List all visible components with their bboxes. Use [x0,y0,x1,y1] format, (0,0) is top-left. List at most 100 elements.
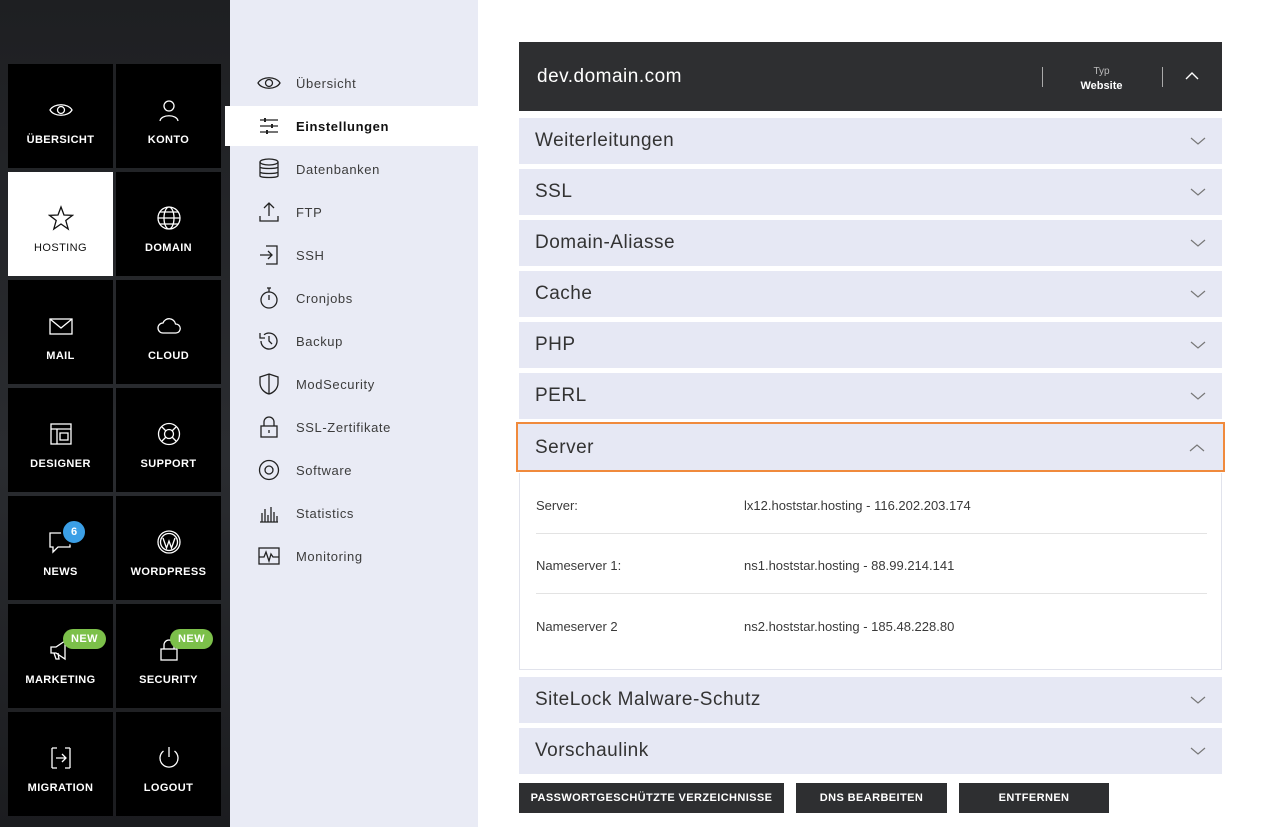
subnav-software[interactable]: Software [230,450,478,490]
type-label: Typ [1093,66,1110,77]
nav-tile-hosting[interactable]: HOSTING [8,172,113,276]
accordion-perl[interactable]: PERL [519,373,1222,419]
star-icon [47,203,74,233]
eye-icon [48,95,74,125]
detail-key: Nameserver 2 [536,619,618,634]
chevron-up-icon[interactable] [1184,68,1200,84]
nav-tile-label: WORDPRESS [130,566,207,578]
detail-value: lx12.hoststar.hosting - 116.202.203.174 [744,498,971,513]
subnav-label: Statistics [296,505,355,521]
migration-icon [48,743,74,773]
accordion-label: Weiterleitungen [535,130,675,151]
edit-dns-button[interactable]: DNS BEARBEITEN [796,783,947,813]
nav-tile-label: HOSTING [34,242,87,254]
wordpress-icon [156,527,182,557]
subnav-label: SSL-Zertifikate [296,419,391,435]
nav-tile-logout[interactable]: LOGOUT [116,712,221,816]
accordion-php[interactable]: PHP [519,322,1222,368]
nav-tile-designer[interactable]: DESIGNER [8,388,113,492]
subnav-ssh[interactable]: SSH [230,235,478,275]
domain-header: dev.domain.com Typ Website [519,42,1222,111]
chevron-down-icon [1190,341,1206,349]
nav-tile-news[interactable]: NEWS [8,496,113,600]
subnav-label: Datenbanken [296,161,380,177]
subnav-ftp[interactable]: FTP [230,192,478,232]
subnav-cronjobs[interactable]: Cronjobs [230,278,478,318]
accordion-label: SSL [535,181,573,202]
accordion-label: Cache [535,283,593,304]
accordion-sitelock[interactable]: SiteLock Malware-Schutz [519,677,1222,723]
nav-tile-label: KONTO [147,134,190,146]
accordion-domain-aliasse[interactable]: Domain-Aliasse [519,220,1222,266]
subnav-datenbanken[interactable]: Datenbanken [230,149,478,189]
disc-icon [256,457,282,483]
remove-button[interactable]: ENTFERNEN [959,783,1109,813]
subnav-label: Software [296,462,353,478]
accordion-label: SiteLock Malware-Schutz [535,689,761,710]
accordion-weiterleitungen[interactable]: Weiterleitungen [519,118,1222,164]
subnav-modsecurity[interactable]: ModSecurity [230,364,478,404]
subnav-label: Cronjobs [296,290,353,306]
nav-tile-security[interactable]: SECURITY [116,604,221,708]
server-detail-row: Server: lx12.hoststar.hosting - 116.202.… [536,474,1207,534]
nav-tile-konto[interactable]: KONTO [116,64,221,168]
server-details-panel: Server: lx12.hoststar.hosting - 116.202.… [519,473,1222,670]
user-icon [156,95,182,125]
protected-directories-button[interactable]: PASSWORTGESCHÜTZTE VERZEICHNISSE [519,783,784,813]
nav-tile-uebersicht[interactable]: ÜBERSICHT [8,64,113,168]
accordion-vorschaulink[interactable]: Vorschaulink [519,728,1222,774]
accordion-label: Domain-Aliasse [535,232,676,253]
divider [1042,67,1043,87]
subnav-label: Monitoring [296,548,363,564]
subnav-monitoring[interactable]: Monitoring [230,536,478,576]
chevron-down-icon [1190,392,1206,400]
marketing-new-badge: NEW [63,629,106,649]
chevron-down-icon [1190,239,1206,247]
nav-tile-domain[interactable]: DOMAIN [116,172,221,276]
accordion-server[interactable]: Server [516,422,1225,472]
chevron-up-icon [1189,444,1205,452]
subnav-label: Übersicht [296,75,357,91]
shield-icon [256,371,282,397]
accordion-ssl[interactable]: SSL [519,169,1222,215]
subnav-uebersicht[interactable]: Übersicht [230,63,478,103]
subnav-statistics[interactable]: Statistics [230,493,478,533]
nav-tile-marketing[interactable]: MARKETING [8,604,113,708]
nav-tile-label: NEWS [43,566,78,578]
server-detail-row: Nameserver 1: ns1.hoststar.hosting - 88.… [536,534,1207,594]
accordion-label: PHP [535,334,576,355]
domain-name: dev.domain.com [537,66,682,87]
nav-tile-label: MARKETING [25,674,96,686]
security-new-badge: NEW [170,629,213,649]
chevron-down-icon [1190,188,1206,196]
upload-icon [256,199,282,225]
subnav-ssl-zertifikate[interactable]: SSL-Zertifikate [230,407,478,447]
nav-tile-cloud[interactable]: CLOUD [116,280,221,384]
hosting-sub-nav: Übersicht Einstellungen Datenbanken FTP … [225,0,478,827]
subnav-label: SSH [296,247,325,263]
subnav-label: FTP [296,204,323,220]
login-icon [256,242,282,268]
padlock-icon [256,414,282,440]
database-icon [256,156,282,182]
nav-tile-label: ÜBERSICHT [26,134,95,146]
subnav-einstellungen[interactable]: Einstellungen [225,106,478,146]
layout-icon [48,419,74,449]
globe-icon [156,203,182,233]
subnav-backup[interactable]: Backup [230,321,478,361]
nav-tile-mail[interactable]: MAIL [8,280,113,384]
chevron-down-icon [1190,137,1206,145]
accordion-label: Server [535,437,594,458]
cloud-icon [156,311,182,341]
nav-tile-support[interactable]: SUPPORT [116,388,221,492]
nav-tile-migration[interactable]: MIGRATION [8,712,113,816]
subnav-label: Backup [296,333,343,349]
detail-key: Server: [536,498,578,513]
detail-value: ns1.hoststar.hosting - 88.99.214.141 [744,558,955,573]
eye-icon [256,70,282,96]
nav-tile-wordpress[interactable]: WORDPRESS [116,496,221,600]
pulse-icon [256,543,282,569]
nav-tile-label: MAIL [46,350,75,362]
accordion-cache[interactable]: Cache [519,271,1222,317]
barchart-icon [256,500,282,526]
